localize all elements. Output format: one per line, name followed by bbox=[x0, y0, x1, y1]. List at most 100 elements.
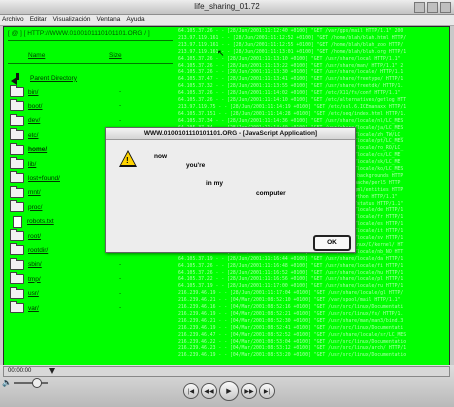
list-item[interactable]: boot/ bbox=[10, 99, 42, 113]
volume-slider[interactable] bbox=[14, 378, 48, 388]
play-icon[interactable]: ▶ bbox=[219, 381, 239, 401]
log-line: 64.105.37.26 - - [28/Jun/2001:11:16:52 +… bbox=[178, 270, 404, 276]
list-item[interactable]: home/ bbox=[10, 142, 47, 157]
list-item[interactable]: var/ bbox=[10, 301, 39, 315]
list-item-link[interactable]: root/ bbox=[28, 233, 41, 240]
list-item[interactable]: rootdir/ bbox=[10, 243, 48, 257]
zoom-button[interactable] bbox=[427, 2, 438, 13]
dialog-message-line-1: now bbox=[154, 153, 167, 160]
list-item-size: - bbox=[119, 275, 122, 283]
list-item-link[interactable]: lib/ bbox=[28, 161, 36, 168]
list-item-link[interactable]: tmp/ bbox=[28, 276, 41, 283]
log-line: 216.239.46.21 - - [04/Mar/2001:08:52:10 … bbox=[178, 298, 401, 304]
folder-icon bbox=[10, 272, 24, 285]
folder-icon bbox=[10, 257, 24, 270]
list-item-link[interactable]: robots.txt bbox=[27, 218, 54, 225]
log-line: 213.97.119.75 - - [28/Jun/2001:11:14:19 … bbox=[178, 104, 407, 110]
list-item[interactable]: etc/ bbox=[10, 128, 38, 142]
folder-icon bbox=[10, 113, 24, 126]
list-item-size: - bbox=[119, 116, 122, 124]
list-item[interactable]: dev/ bbox=[10, 113, 40, 128]
list-item-size: - bbox=[119, 304, 122, 311]
log-line: 216.239.46.47 - - [04/Mar/2001:08:52:52 … bbox=[178, 332, 407, 338]
log-line: 64.105.37.47 - - [28/Jun/2001:11:13:41 +… bbox=[178, 77, 404, 83]
folder-icon bbox=[10, 185, 24, 198]
minimize-button[interactable] bbox=[414, 2, 425, 13]
list-item[interactable]: usr/ bbox=[10, 286, 39, 301]
column-name-header[interactable]: Name bbox=[28, 52, 45, 59]
folder-icon bbox=[10, 99, 24, 112]
volume-knob[interactable] bbox=[32, 378, 42, 388]
log-line: 216.239.46.19 - - [28/Jun/2001:11:17:04 … bbox=[178, 291, 404, 297]
log-line: 64.105.37.26 - - [28/Jun/2001:11:13:22 +… bbox=[178, 63, 404, 69]
menu-visualizacion[interactable]: Visualización bbox=[53, 15, 91, 25]
divider bbox=[8, 40, 173, 41]
list-item-link[interactable]: bin/ bbox=[28, 89, 38, 96]
dialog-title: WWW.0100101110101101.ORG - [JavaScript A… bbox=[106, 128, 355, 140]
list-item[interactable]: sbin/ bbox=[10, 257, 42, 272]
mouse-cursor-icon: ↖ bbox=[217, 48, 225, 58]
folder-icon bbox=[10, 286, 24, 299]
time-slider[interactable]: 00:00:00 bbox=[3, 366, 450, 377]
folder-icon bbox=[10, 243, 24, 256]
step-forward-icon[interactable]: ▶| bbox=[259, 383, 275, 399]
log-line: 64.105.37.151 - - [28/Jun/2001:11:14:28 … bbox=[178, 111, 407, 117]
dialog-message-line-4: computer bbox=[256, 190, 286, 197]
menu-archivo[interactable]: Archivo bbox=[2, 15, 24, 25]
list-item[interactable]: mnt/ bbox=[10, 185, 41, 200]
playhead-handle[interactable] bbox=[48, 368, 55, 374]
log-line: 64.105.37.22 - - [28/Jun/2001:11:16:56 +… bbox=[178, 277, 404, 283]
list-item-link[interactable]: home/ bbox=[28, 146, 47, 153]
speaker-icon: 🔈 bbox=[2, 378, 12, 387]
close-button[interactable] bbox=[440, 2, 451, 13]
log-line: 216.239.46.22 - - [04/Mar/2001:08:53:04 … bbox=[178, 339, 407, 345]
menu-ayuda[interactable]: Ayuda bbox=[126, 15, 144, 25]
list-item-link[interactable]: boot/ bbox=[28, 103, 42, 110]
ok-button[interactable]: OK bbox=[313, 235, 351, 251]
window-titlebar[interactable]: life_sharing_01.72 bbox=[0, 0, 454, 15]
folder-icon bbox=[10, 301, 24, 313]
fast-forward-icon[interactable]: ▶▶ bbox=[241, 383, 257, 399]
list-item-link[interactable]: dev/ bbox=[28, 117, 40, 124]
log-line: 64.105.37.26 - - [28/Jun/2001:11:12:40 +… bbox=[178, 29, 404, 34]
list-item[interactable]: robots.txt bbox=[10, 215, 54, 229]
warning-mark-icon: ! bbox=[126, 156, 129, 165]
back-arrow-icon bbox=[10, 73, 24, 85]
list-item-link[interactable]: mnt/ bbox=[28, 189, 41, 196]
file-icon bbox=[13, 215, 22, 228]
list-item[interactable]: tmp/ bbox=[10, 272, 41, 286]
rewind-icon[interactable]: ◀◀ bbox=[201, 383, 217, 399]
log-line: 64.105.37.34 - - [28/Jun/2001:11:14:36 +… bbox=[178, 118, 404, 124]
dialog-message-line-3: in my bbox=[206, 180, 223, 187]
list-item[interactable]: root/ bbox=[10, 229, 41, 243]
list-item-link[interactable]: var/ bbox=[28, 305, 39, 312]
log-line: 64.105.37.19 - - [28/Jun/2001:11:17:00 +… bbox=[178, 284, 404, 290]
list-item-size: - bbox=[119, 260, 122, 268]
list-item[interactable]: proc/ bbox=[10, 200, 42, 214]
list-item-link[interactable]: sbin/ bbox=[28, 261, 42, 268]
dialog-message-line-2: you're bbox=[186, 162, 206, 169]
list-item-link[interactable]: usr/ bbox=[28, 290, 39, 297]
log-line: 216.239.46.19 - - [04/Mar/2001:08:52:21 … bbox=[178, 311, 404, 317]
listing-url[interactable]: [ @ ] [ HTTP://WWW.0100101110101101.ORG … bbox=[8, 30, 150, 37]
log-line: 64.105.37.26 - - [28/Jun/2001:11:13:10 +… bbox=[178, 56, 401, 62]
list-item-link[interactable]: etc/ bbox=[28, 132, 38, 139]
list-item[interactable]: lib/ bbox=[10, 157, 36, 171]
menu-ventana[interactable]: Ventana bbox=[97, 15, 121, 25]
list-item-link[interactable]: proc/ bbox=[28, 204, 42, 211]
folder-icon bbox=[10, 85, 24, 97]
list-item-link[interactable]: lost+found/ bbox=[28, 175, 60, 182]
log-line: 213.97.119.161 - - [28/Jun/2001:11:12:55… bbox=[178, 42, 404, 48]
list-item[interactable]: lost+found/ bbox=[10, 171, 60, 185]
folder-icon bbox=[10, 157, 24, 169]
log-line: 64.105.37.26 - - [28/Jun/2001:11:14:10 +… bbox=[178, 98, 407, 103]
parent-directory-row[interactable]: Parent Directory bbox=[10, 71, 77, 85]
list-item-size: - bbox=[119, 102, 122, 110]
list-item-link[interactable]: rootdir/ bbox=[28, 247, 48, 254]
step-back-icon[interactable]: |◀ bbox=[183, 383, 199, 399]
folder-icon bbox=[10, 200, 24, 213]
column-size-header[interactable]: Size bbox=[109, 52, 122, 59]
parent-directory-link[interactable]: Parent Directory bbox=[30, 75, 77, 82]
list-item[interactable]: bin/ bbox=[10, 85, 38, 99]
menu-editar[interactable]: Editar bbox=[30, 15, 47, 25]
